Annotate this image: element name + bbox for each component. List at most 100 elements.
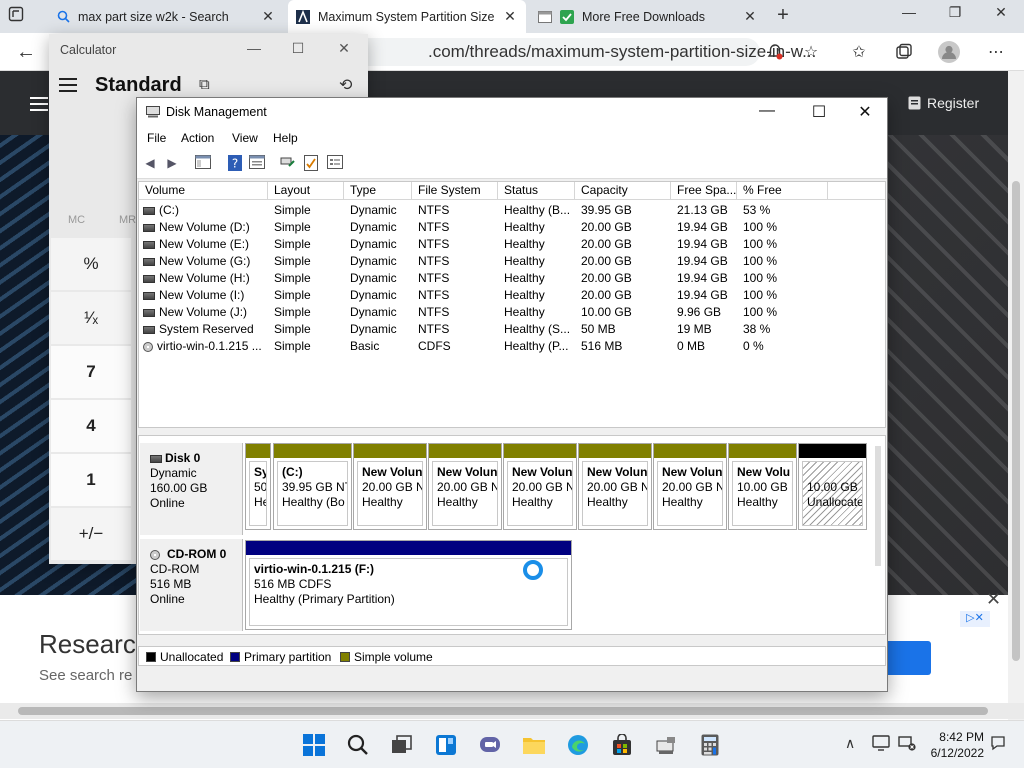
close-icon[interactable]: ✕: [260, 8, 276, 25]
graph-scrollbar[interactable]: [875, 446, 881, 566]
start-windows-icon[interactable]: [302, 733, 326, 757]
chat-icon[interactable]: [478, 733, 502, 757]
file-explorer-icon[interactable]: [522, 733, 546, 757]
dm-minimize-button[interactable]: —: [747, 102, 787, 120]
console-tree-icon[interactable]: [195, 155, 211, 171]
help-icon[interactable]: ?: [227, 155, 243, 171]
search-icon[interactable]: [346, 733, 370, 757]
system-clock[interactable]: 8:42 PM 6/12/2022: [924, 729, 984, 761]
menu-help[interactable]: Help: [273, 131, 298, 145]
page-horizontal-scrollbar[interactable]: [0, 703, 1024, 719]
disk-0-partition[interactable]: New Volun20.00 GB NTHealthy: [653, 443, 727, 530]
ad-choices-icon[interactable]: ▷✕: [960, 611, 990, 627]
negate-key[interactable]: +/−: [51, 508, 131, 560]
close-icon[interactable]: ✕: [502, 8, 518, 25]
col-percent-free[interactable]: % Free: [737, 182, 828, 200]
col-status[interactable]: Status: [498, 182, 575, 200]
new-tab-button[interactable]: +: [772, 5, 794, 27]
network-disconnected-icon[interactable]: [898, 735, 916, 754]
dm-maximize-button[interactable]: ☐: [799, 102, 839, 122]
col-type[interactable]: Type: [344, 182, 412, 200]
table-row[interactable]: New Volume (I:) Simple Dynamic NTFS Healthy 2…: [139, 287, 885, 304]
table-row[interactable]: New Volume (D:) Simple Dynamic NTFS Healthy 2…: [139, 219, 885, 236]
disk-management-taskbar-icon[interactable]: [654, 733, 678, 757]
minimize-button[interactable]: —: [894, 4, 924, 26]
col-file-system[interactable]: File System: [412, 182, 498, 200]
disk-0-partition[interactable]: New Volun20.00 GB NTHealthy: [428, 443, 502, 530]
show-hidden-icons-chevron-icon[interactable]: ∧: [845, 735, 855, 752]
page-vertical-scrollbar[interactable]: [1008, 71, 1024, 720]
table-row[interactable]: System Reserved Simple Dynamic NTFS Healthy …: [139, 321, 885, 338]
history-icon[interactable]: ⟲: [339, 75, 352, 95]
col-capacity[interactable]: Capacity: [575, 182, 671, 200]
menu-action[interactable]: Action: [181, 131, 214, 145]
store-icon[interactable]: [610, 733, 634, 757]
ad-close-icon[interactable]: ✕: [986, 589, 1001, 610]
hamburger-menu-icon[interactable]: [30, 97, 48, 111]
table-row[interactable]: New Volume (E:) Simple Dynamic NTFS Healthy 2…: [139, 236, 885, 253]
disk-0-partition[interactable]: New Volun20.00 GB NTHealthy: [503, 443, 577, 530]
cdrom-0-label[interactable]: CD-ROM 0 CD-ROM 516 MB Online: [140, 539, 243, 631]
profile-avatar-icon[interactable]: [938, 41, 960, 63]
col-layout[interactable]: Layout: [268, 182, 344, 200]
tab-forum[interactable]: Maximum System Partition Size ✕: [288, 0, 526, 33]
menu-file[interactable]: File: [147, 131, 166, 145]
close-button[interactable]: ✕: [986, 4, 1016, 26]
memory-recall-button[interactable]: MR: [119, 214, 136, 226]
table-row[interactable]: (C:) Simple Dynamic NTFS Healthy (B... 39.95 …: [139, 202, 885, 219]
disk-0-partition[interactable]: (C:) 39.95 GB NT Healthy (Bo: [273, 443, 352, 530]
tab-search[interactable]: max part size w2k - Search ✕: [48, 0, 284, 33]
disk-0-partition[interactable]: Sy50He: [245, 443, 271, 530]
notifications-icon[interactable]: [990, 735, 1006, 754]
display-icon[interactable]: [872, 735, 890, 754]
connect-icon[interactable]: [280, 155, 296, 171]
restore-button[interactable]: ❐: [940, 4, 970, 26]
table-row[interactable]: New Volume (G:) Simple Dynamic NTFS Healthy 2…: [139, 253, 885, 270]
digit-7-key[interactable]: 7: [51, 346, 131, 398]
col-volume[interactable]: Volume: [139, 182, 268, 200]
reciprocal-key[interactable]: ¹⁄ₓ: [51, 292, 131, 344]
register-link[interactable]: Register: [908, 95, 979, 111]
table-row[interactable]: New Volume (J:) Simple Dynamic NTFS Healthy 1…: [139, 304, 885, 321]
calculator-menu-icon[interactable]: [59, 78, 77, 92]
checklist-icon[interactable]: [303, 155, 319, 171]
calculator-maximize-button[interactable]: ☐: [283, 40, 313, 57]
calculator-taskbar-icon[interactable]: [698, 733, 722, 757]
disk-0-partition[interactable]: New Volu10.00 GB NHealthy: [728, 443, 797, 530]
collections-icon[interactable]: [893, 41, 915, 63]
notification-bell-icon[interactable]: [764, 41, 786, 63]
memory-clear-button[interactable]: MC: [68, 214, 85, 226]
address-text: .com/threads/maximum-system-partition-si…: [428, 42, 817, 61]
menu-view[interactable]: View: [232, 131, 258, 145]
calculator-close-button[interactable]: ✕: [329, 40, 359, 57]
close-icon[interactable]: ✕: [742, 8, 758, 25]
favorites-icon[interactable]: ✩: [848, 41, 870, 63]
forward-arrow-icon[interactable]: ▶: [164, 155, 180, 171]
keep-on-top-icon[interactable]: ⧉: [199, 76, 210, 93]
col-free-space[interactable]: Free Spa...: [671, 182, 737, 200]
disk-0-label[interactable]: Disk 0 Dynamic 160.00 GB Online: [140, 443, 243, 535]
calculator-minimize-button[interactable]: —: [239, 40, 269, 56]
more-options-icon[interactable]: ⋯: [985, 41, 1007, 63]
percent-key[interactable]: %: [51, 238, 131, 290]
back-arrow-icon[interactable]: ◀: [142, 155, 158, 171]
widgets-icon[interactable]: [434, 733, 458, 757]
tab-actions-icon[interactable]: [8, 6, 28, 26]
disk-0-partition[interactable]: New Volun20.00 GB NTHealthy: [353, 443, 427, 530]
table-row[interactable]: virtio-win-0.1.215 ... Simple Basic CDFS Hea…: [139, 338, 885, 355]
digit-4-key[interactable]: 4: [51, 400, 131, 452]
list-view-icon[interactable]: [327, 155, 343, 171]
properties-icon[interactable]: [249, 155, 265, 171]
dm-close-button[interactable]: ✕: [845, 102, 885, 122]
cell-text: 100 %: [743, 271, 778, 285]
cdrom-partition[interactable]: virtio-win-0.1.215 (F:) 516 MB CDFS Heal…: [245, 540, 572, 630]
digit-1-key[interactable]: 1: [51, 454, 131, 506]
tab-downloads[interactable]: More Free Downloads ✕: [530, 0, 766, 33]
table-row[interactable]: New Volume (H:) Simple Dynamic NTFS Healthy 2…: [139, 270, 885, 287]
task-view-icon[interactable]: [390, 733, 414, 757]
add-favorite-icon[interactable]: ☆: [800, 41, 822, 63]
edge-browser-icon[interactable]: [566, 733, 590, 757]
disk-0-partition[interactable]: 10.00 GB Unallocate: [798, 443, 867, 530]
disk-0-partition[interactable]: New Volun20.00 GB NTHealthy: [578, 443, 652, 530]
back-arrow-icon[interactable]: ←: [16, 41, 36, 64]
